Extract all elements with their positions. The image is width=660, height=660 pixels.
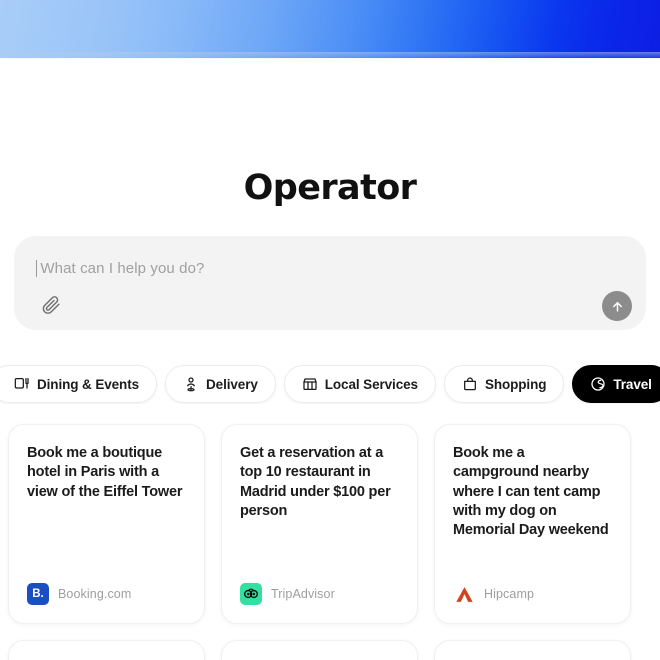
banner-fade-edge (0, 52, 660, 60)
arrow-up-icon (612, 301, 622, 312)
dining-icon (14, 376, 30, 392)
chip-label: Shopping (484, 376, 547, 392)
composer[interactable]: What can I help you do? (14, 236, 646, 330)
storefront-icon (302, 376, 318, 392)
suggestion-card-grid: Book me a boutique hotel in Paris with a… (8, 424, 660, 660)
chip-shopping[interactable]: Shopping (443, 365, 565, 403)
composer-input-row[interactable]: What can I help you do? (36, 258, 204, 278)
card-brand: TripAdvisor (240, 583, 335, 605)
top-gradient-banner (0, 0, 660, 58)
brand-name: Hipcamp (484, 587, 535, 601)
shopping-bag-icon (462, 376, 478, 392)
chip-label: Dining & Events (37, 376, 140, 392)
operator-app: Operator What can I help you do? Dining … (0, 0, 660, 660)
chip-label: Local Services (324, 376, 418, 392)
suggestion-card[interactable] (434, 640, 631, 660)
chip-dining-and-events[interactable]: Dining & Events (0, 365, 158, 403)
chip-travel[interactable]: Travel (572, 365, 660, 403)
brand-initial: B. (32, 588, 44, 600)
card-brand: B. Booking.com (27, 583, 131, 605)
chip-label: Travel (613, 376, 652, 392)
suggestion-card[interactable]: Book me a boutique hotel in Paris with a… (8, 424, 205, 624)
owl-eyes-icon (244, 588, 258, 599)
card-brand: Hipcamp (453, 583, 534, 605)
tent-icon (455, 586, 473, 602)
brand-name: Booking.com (58, 587, 132, 601)
composer-placeholder: What can I help you do? (40, 259, 205, 277)
chip-label: Delivery (206, 376, 258, 392)
card-prompt-text: Get a reservation at a top 10 restaurant… (240, 445, 391, 519)
chip-local-services[interactable]: Local Services (283, 365, 436, 403)
brand-name: TripAdvisor (271, 587, 335, 601)
send-button[interactable] (602, 291, 632, 321)
paperclip-icon (42, 296, 60, 314)
booking-logo: B. (27, 583, 49, 605)
globe-icon (590, 376, 606, 392)
attach-file-button[interactable] (38, 292, 64, 318)
delivery-pin-icon (183, 376, 199, 392)
suggestion-card[interactable] (8, 640, 205, 660)
category-chip-row[interactable]: Dining & Events Delivery Local Services … (0, 364, 660, 404)
chip-delivery[interactable]: Delivery (165, 365, 276, 403)
card-prompt-text: Book me a boutique hotel in Paris with a… (27, 445, 183, 500)
card-prompt-text: Book me a campground nearby where I can … (453, 445, 609, 539)
tripadvisor-owl-logo (240, 583, 262, 605)
text-caret (36, 259, 38, 277)
suggestion-card[interactable] (221, 640, 418, 660)
page-title: Operator (243, 168, 417, 208)
hipcamp-tent-logo (453, 583, 475, 605)
suggestion-card[interactable]: Get a reservation at a top 10 restaurant… (221, 424, 418, 624)
suggestion-card[interactable]: Book me a campground nearby where I can … (434, 424, 631, 624)
